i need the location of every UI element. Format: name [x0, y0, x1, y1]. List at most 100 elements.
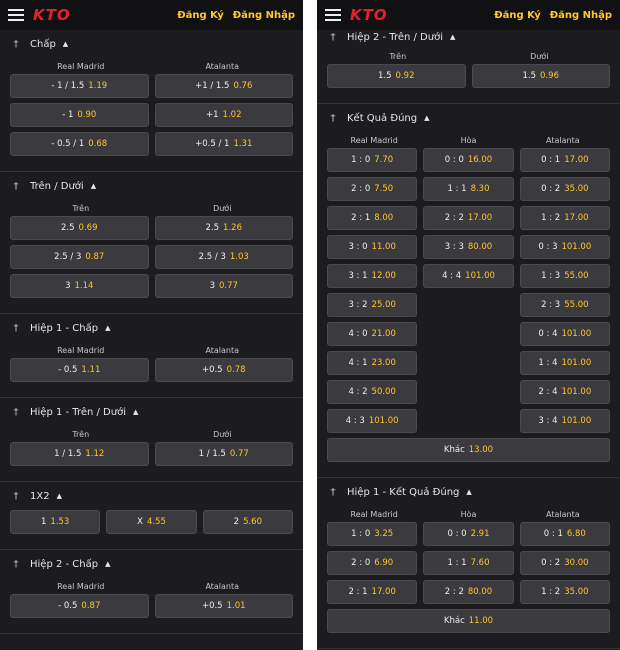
- odds-button[interactable]: - 0.5 1.11: [10, 358, 149, 382]
- pin-icon[interactable]: †: [11, 323, 21, 334]
- odds-button[interactable]: 0 : 3 101.00: [519, 235, 610, 259]
- odds-button[interactable]: 1.5 0.96: [471, 64, 610, 88]
- odds-button[interactable]: 0 : 2 35.00: [519, 177, 610, 201]
- odds-button[interactable]: 0 : 1 17.00: [519, 148, 610, 172]
- pin-icon[interactable]: †: [11, 181, 21, 192]
- menu-icon[interactable]: [8, 9, 24, 21]
- odds-button[interactable]: 0 : 2 30.00: [519, 551, 610, 575]
- odds-button[interactable]: 1.5 0.92: [327, 64, 466, 88]
- other-score-button[interactable]: Khác 11.00: [327, 609, 610, 633]
- odds-button[interactable]: 2 5.60: [202, 510, 293, 534]
- odds-button[interactable]: 3 : 3 80.00: [423, 235, 514, 259]
- pin-icon[interactable]: †: [328, 113, 338, 124]
- odds-button[interactable]: 1 / 1.5 1.12: [10, 442, 149, 466]
- market-header[interactable]: † Hiệp 1 - Chấp ▲: [0, 314, 303, 342]
- odds-button[interactable]: 0 : 1 6.80: [519, 522, 610, 546]
- odds-button[interactable]: - 0.5 0.87: [10, 594, 149, 618]
- odds-button[interactable]: 2.5 / 3 1.03: [154, 245, 293, 269]
- odds-button[interactable]: 4 : 1 23.00: [327, 351, 418, 375]
- odds-button[interactable]: 1 : 2 35.00: [519, 580, 610, 604]
- market-header[interactable]: † Hiệp 2 - Chấp ▲: [0, 550, 303, 578]
- odds-button[interactable]: 1 1.53: [10, 510, 101, 534]
- odds-button[interactable]: 1 : 1 7.60: [423, 551, 514, 575]
- caret-up-icon[interactable]: ▲: [466, 488, 471, 496]
- odds-button[interactable]: +0.5 1.01: [154, 594, 293, 618]
- pin-icon[interactable]: †: [328, 32, 338, 43]
- pin-icon[interactable]: †: [328, 487, 338, 498]
- login-link[interactable]: Đăng Nhập: [550, 10, 612, 21]
- caret-up-icon[interactable]: ▲: [63, 40, 68, 48]
- odds-button[interactable]: 3 : 4 101.00: [519, 409, 610, 433]
- odds-button[interactable]: - 1 0.90: [10, 103, 149, 127]
- kto-logo[interactable]: KTO: [350, 6, 388, 24]
- caret-up-icon[interactable]: ▲: [91, 182, 96, 190]
- odds-button[interactable]: 2 : 1 17.00: [327, 580, 418, 604]
- odds-button[interactable]: X 4.55: [106, 510, 197, 534]
- column-headers: Real Madrid Atalanta: [0, 342, 303, 358]
- pin-icon[interactable]: †: [11, 39, 21, 50]
- odds-button[interactable]: 2.5 0.69: [10, 216, 149, 240]
- kto-logo[interactable]: KTO: [33, 6, 71, 24]
- selection-label: 3 : 1: [348, 271, 368, 281]
- odds-button[interactable]: 2 : 1 8.00: [327, 206, 418, 230]
- register-link[interactable]: Đăng Ký: [494, 10, 541, 21]
- login-link[interactable]: Đăng Nhập: [233, 10, 295, 21]
- odds-value: 13.00: [468, 445, 494, 455]
- pin-icon[interactable]: †: [11, 407, 21, 418]
- odds-button[interactable]: 1 : 1 8.30: [423, 177, 514, 201]
- caret-up-icon[interactable]: ▲: [105, 560, 110, 568]
- odds-button[interactable]: +1 / 1.5 0.76: [154, 74, 293, 98]
- market-header[interactable]: † 1X2 ▲: [0, 482, 303, 510]
- odds-button[interactable]: 0 : 0 2.91: [423, 522, 514, 546]
- odds-value: 101.00: [368, 416, 399, 426]
- pin-icon[interactable]: †: [11, 491, 21, 502]
- odds-button[interactable]: +0.5 / 1 1.31: [154, 132, 293, 156]
- odds-button[interactable]: 2.5 1.26: [154, 216, 293, 240]
- odds-button[interactable]: 1 : 0 7.70: [327, 148, 418, 172]
- odds-button[interactable]: 2.5 / 3 0.87: [10, 245, 149, 269]
- odds-button[interactable]: 1 : 2 17.00: [519, 206, 610, 230]
- odds-button[interactable]: 3 1.14: [10, 274, 149, 298]
- market-header[interactable]: † Hiệp 1 - Trên / Dưới ▲: [0, 398, 303, 426]
- odds-button[interactable]: 0 : 0 16.00: [423, 148, 514, 172]
- odds-button[interactable]: 3 : 2 25.00: [327, 293, 418, 317]
- odds-button[interactable]: +0.5 0.78: [154, 358, 293, 382]
- caret-up-icon[interactable]: ▲: [450, 33, 455, 41]
- odds-button[interactable]: 2 : 3 55.00: [519, 293, 610, 317]
- odds-button[interactable]: 1 : 4 101.00: [519, 351, 610, 375]
- odds-button[interactable]: 4 : 4 101.00: [423, 264, 514, 288]
- odds-button[interactable]: 2 : 2 17.00: [423, 206, 514, 230]
- odds-button[interactable]: 0 : 4 101.00: [519, 322, 610, 346]
- odds-button[interactable]: 3 0.77: [154, 274, 293, 298]
- odds-button[interactable]: 2 : 2 80.00: [423, 580, 514, 604]
- market-header[interactable]: † Kết Quả Đúng ▲: [317, 104, 620, 132]
- odds-button[interactable]: 3 : 1 12.00: [327, 264, 418, 288]
- odds-button[interactable]: +1 1.02: [154, 103, 293, 127]
- market-header[interactable]: † Chấp ▲: [0, 30, 303, 58]
- selection-label: - 0.5 / 1: [51, 139, 85, 149]
- register-link[interactable]: Đăng Ký: [177, 10, 224, 21]
- market-header[interactable]: † Trên / Dưới ▲: [0, 172, 303, 200]
- odds-button[interactable]: 3 : 0 11.00: [327, 235, 418, 259]
- odds-button[interactable]: 2 : 0 7.50: [327, 177, 418, 201]
- caret-up-icon[interactable]: ▲: [57, 492, 62, 500]
- odds-button[interactable]: - 1 / 1.5 1.19: [10, 74, 149, 98]
- menu-icon[interactable]: [325, 9, 341, 21]
- odds-button[interactable]: 4 : 3 101.00: [327, 409, 418, 433]
- odds-button[interactable]: 1 : 0 3.25: [327, 522, 418, 546]
- odds-button[interactable]: 1 / 1.5 0.77: [154, 442, 293, 466]
- odds-button[interactable]: 4 : 0 21.00: [327, 322, 418, 346]
- market-chap: † Chấp ▲ Real Madrid Atalanta - 1 / 1.5 1.19 +1…: [0, 30, 303, 172]
- odds-button[interactable]: 2 : 4 101.00: [519, 380, 610, 404]
- other-score-button[interactable]: Khác 13.00: [327, 438, 610, 462]
- caret-up-icon[interactable]: ▲: [105, 324, 110, 332]
- odds-button[interactable]: 2 : 0 6.90: [327, 551, 418, 575]
- pin-icon[interactable]: †: [11, 559, 21, 570]
- market-header[interactable]: † Hiệp 1 - Kết Quả Đúng ▲: [317, 478, 620, 506]
- caret-up-icon[interactable]: ▲: [133, 408, 138, 416]
- odds-button[interactable]: 4 : 2 50.00: [327, 380, 418, 404]
- odds-button[interactable]: - 0.5 / 1 0.68: [10, 132, 149, 156]
- odds-value: 1.12: [85, 449, 105, 459]
- odds-button[interactable]: 1 : 3 55.00: [519, 264, 610, 288]
- caret-up-icon[interactable]: ▲: [424, 114, 429, 122]
